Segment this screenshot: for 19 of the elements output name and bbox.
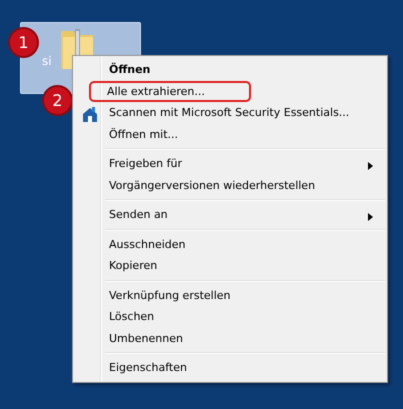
desktop-icon-label: si — [42, 54, 52, 68]
menu-item[interactable]: Scannen mit Microsoft Security Essentials... — [75, 102, 385, 124]
menu-item[interactable]: Senden an — [75, 204, 385, 226]
step-badge: 2 — [44, 87, 71, 114]
submenu-arrow-icon — [368, 162, 373, 170]
menu-item[interactable]: Alle extrahieren... — [89, 80, 251, 102]
submenu-arrow-icon — [368, 213, 373, 221]
menu-item[interactable]: Kopieren — [75, 255, 385, 276]
menu-item[interactable]: Öffnen mit... — [75, 124, 385, 145]
menu-item[interactable]: Öffnen — [75, 59, 385, 80]
step-badge: 1 — [10, 29, 37, 56]
menu-item[interactable]: Ausschneiden — [75, 234, 385, 255]
shield-house-icon — [81, 106, 99, 123]
menu-item[interactable]: Freigeben für — [75, 153, 385, 174]
menu-item[interactable]: Eigenschaften — [75, 357, 385, 378]
menu-item[interactable]: Umbenennen — [75, 328, 385, 349]
menu-item[interactable]: Löschen — [75, 306, 385, 328]
menu-item[interactable]: Verknüpfung erstellen — [75, 284, 385, 306]
menu-item[interactable]: Vorgängerversionen wiederherstellen — [75, 174, 385, 196]
